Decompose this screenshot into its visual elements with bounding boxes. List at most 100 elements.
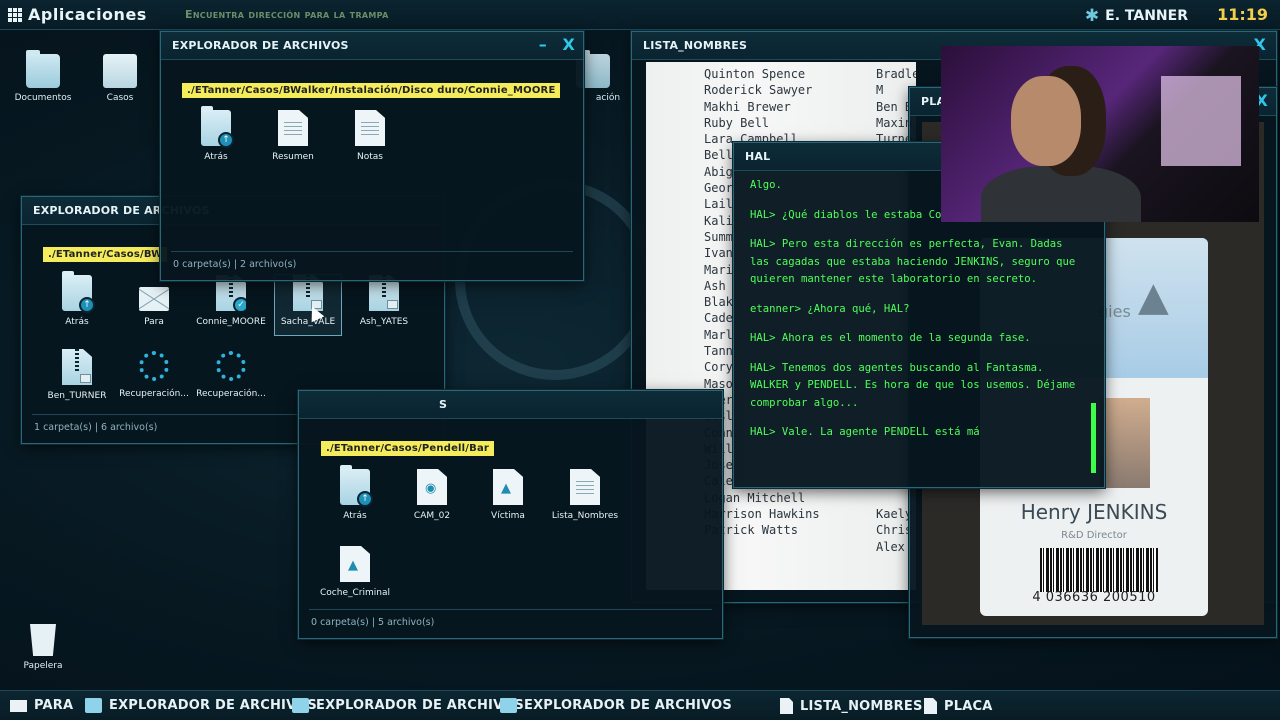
file-item[interactable]: ↑ Atrás bbox=[178, 106, 254, 162]
lock-icon bbox=[80, 374, 91, 383]
file-label: Recuperación... bbox=[196, 389, 266, 399]
file-item[interactable]: Coche_Criminal bbox=[317, 546, 393, 598]
path-bar: ./ETanner/Casos/Pendell/Bar bbox=[321, 436, 495, 456]
close-icon[interactable]: X bbox=[562, 35, 575, 54]
file-item[interactable]: Resumen bbox=[255, 110, 331, 162]
file-label: Notas bbox=[357, 152, 383, 162]
status-bar: 0 carpeta(s) | 5 archivo(s) bbox=[311, 617, 435, 628]
company-logo-icon: ▲ bbox=[1138, 274, 1169, 320]
name-entry: Quinton Spence bbox=[704, 67, 806, 81]
taskbar-item-placa[interactable]: PLACA bbox=[924, 698, 992, 714]
taskbar-item-explorer-1[interactable]: EXPLORADOR DE ARCHIVOS bbox=[85, 698, 317, 713]
taskbar-label: EXPLORADOR DE ARCHIVOS bbox=[316, 698, 524, 713]
document-icon bbox=[570, 469, 600, 505]
image-file-icon bbox=[340, 546, 370, 582]
terminal-line: HAL> Ahora es el momento de la segunda f… bbox=[750, 332, 1031, 344]
file-item[interactable]: ↑ Atrás bbox=[317, 465, 393, 521]
mission-objective: Encuentra dirección para la trampa bbox=[185, 8, 389, 21]
window-titlebar[interactable]: S bbox=[299, 391, 722, 419]
status-bar: 1 carpeta(s) | 6 archivo(s) bbox=[34, 422, 158, 433]
file-item[interactable]: Lista_Nombres bbox=[547, 469, 623, 521]
file-item[interactable]: ↑ Atrás bbox=[39, 271, 115, 327]
window-title: EXPLORADOR DE ARCHIVOS bbox=[172, 39, 349, 52]
path-bar: ./ETanner/Casos/BWalker/Instalación/Disc… bbox=[182, 78, 561, 98]
arrow-up-icon: ↑ bbox=[357, 491, 373, 507]
path-bar: ./ETanner/Casos/BW bbox=[43, 242, 168, 262]
file-label: Para bbox=[144, 317, 164, 327]
image-file-icon bbox=[493, 469, 523, 505]
file-item[interactable]: Ben_TURNER bbox=[39, 349, 115, 401]
settings-gear-icon[interactable]: ✱ bbox=[1085, 6, 1099, 26]
status-bar: 0 carpeta(s) | 2 archivo(s) bbox=[173, 259, 297, 270]
mail-icon bbox=[10, 699, 27, 712]
taskbar-item-explorer-3[interactable]: EXPLORADOR DE ARCHIVOS bbox=[500, 698, 732, 713]
top-bar: Aplicaciones Encuentra dirección para la… bbox=[0, 0, 1280, 30]
taskbar-item-para[interactable]: PARA bbox=[10, 698, 73, 713]
path-text: ./ETanner/Casos/Pendell/Bar bbox=[321, 441, 495, 456]
applications-menu[interactable]: Aplicaciones bbox=[8, 5, 147, 24]
file-label: CAM_02 bbox=[413, 511, 451, 521]
file-item[interactable]: Víctima bbox=[470, 469, 546, 521]
taskbar-item-lista-nombres[interactable]: LISTA_NOMBRES bbox=[780, 698, 923, 714]
clock: 11:19 bbox=[1217, 5, 1268, 24]
file-label: Ben_TURNER bbox=[47, 391, 107, 401]
file-label: Recuperación... bbox=[119, 389, 189, 399]
file-explorer-window-bottom[interactable]: S ./ETanner/Casos/Pendell/Bar ↑ Atrás CA… bbox=[298, 390, 723, 639]
file-label: Atrás bbox=[204, 152, 228, 162]
desktop-icon-label: Papelera bbox=[23, 661, 63, 671]
file-label: Víctima bbox=[491, 511, 525, 521]
file-label: Coche_Criminal bbox=[320, 588, 390, 598]
file-item-selected[interactable]: Sacha_VALE bbox=[274, 274, 342, 336]
taskbar-label: LISTA_NOMBRES bbox=[800, 698, 923, 714]
file-item[interactable]: Para bbox=[116, 275, 192, 327]
desktop-icon-papelera[interactable]: Papelera bbox=[8, 624, 78, 671]
taskbar-label: PARA bbox=[34, 698, 74, 713]
window-title: LISTA_NOMBRES bbox=[643, 39, 748, 52]
loading-spinner-icon bbox=[216, 351, 246, 381]
taskbar-item-explorer-2[interactable]: EXPLORADOR DE ARCHIVOS bbox=[292, 698, 524, 713]
arrow-up-icon: ↑ bbox=[218, 132, 234, 148]
badge-role: R&D Director bbox=[1061, 530, 1127, 541]
webcam-overlay bbox=[941, 46, 1259, 222]
file-explorer-window-front[interactable]: EXPLORADOR DE ARCHIVOS – X ./ETanner/Cas… bbox=[160, 31, 584, 281]
document-icon bbox=[924, 698, 937, 714]
file-label: Atrás bbox=[343, 511, 367, 521]
file-item-loading[interactable]: Recuperación... bbox=[116, 349, 192, 399]
folder-icon bbox=[85, 698, 102, 713]
file-item[interactable]: ✓ Connie_MOORE bbox=[193, 275, 269, 327]
applications-label: Aplicaciones bbox=[28, 5, 147, 24]
file-item[interactable]: Ash_YATES bbox=[346, 275, 422, 327]
window-title: HAL bbox=[745, 150, 771, 163]
barcode-number: 4 036636 200510 bbox=[1032, 590, 1156, 605]
user-menu[interactable]: ✱ E. TANNER bbox=[1085, 6, 1188, 26]
file-item[interactable]: Notas bbox=[332, 110, 408, 162]
badge-name: Henry JENKINS bbox=[1020, 500, 1168, 524]
scrollbar[interactable] bbox=[1091, 403, 1096, 473]
taskbar-label: PLACA bbox=[944, 698, 993, 714]
minimize-icon[interactable]: – bbox=[539, 35, 547, 54]
user-name: E. TANNER bbox=[1105, 8, 1188, 24]
desktop-icon-casos[interactable]: Casos bbox=[85, 54, 155, 103]
file-item[interactable]: CAM_02 bbox=[394, 469, 470, 521]
desktop-icon-documentos[interactable]: Documentos bbox=[8, 50, 78, 103]
path-text: ./ETanner/Casos/BWalker/Instalación/Disc… bbox=[182, 83, 561, 98]
document-icon bbox=[355, 110, 385, 146]
terminal-line: HAL> Tenemos dos agentes buscando al Fan… bbox=[750, 361, 1076, 409]
name-entry: Roderick Sawyer bbox=[704, 83, 813, 98]
badge-photo bbox=[1100, 398, 1150, 488]
window-titlebar[interactable]: EXPLORADOR DE ARCHIVOS – X bbox=[161, 32, 583, 60]
archive-icon bbox=[62, 349, 92, 385]
folder-icon bbox=[26, 50, 60, 88]
file-item-loading[interactable]: Recuperación... bbox=[193, 349, 269, 399]
taskbar-label: EXPLORADOR DE ARCHIVOS bbox=[524, 698, 732, 713]
folder-icon bbox=[292, 698, 309, 713]
poster bbox=[1161, 76, 1241, 166]
arrow-up-icon: ↑ bbox=[79, 297, 95, 313]
taskbar: PARA EXPLORADOR DE ARCHIVOS EXPLORADOR D… bbox=[0, 690, 1280, 720]
folder-back-icon: ↑ bbox=[62, 271, 95, 313]
recycle-bin-icon bbox=[30, 624, 56, 656]
path-text: ./ETanner/Casos/BW bbox=[43, 247, 168, 262]
loading-spinner-icon bbox=[139, 351, 169, 381]
document-icon bbox=[780, 698, 793, 714]
desktop-icon-label: Casos bbox=[106, 93, 134, 103]
